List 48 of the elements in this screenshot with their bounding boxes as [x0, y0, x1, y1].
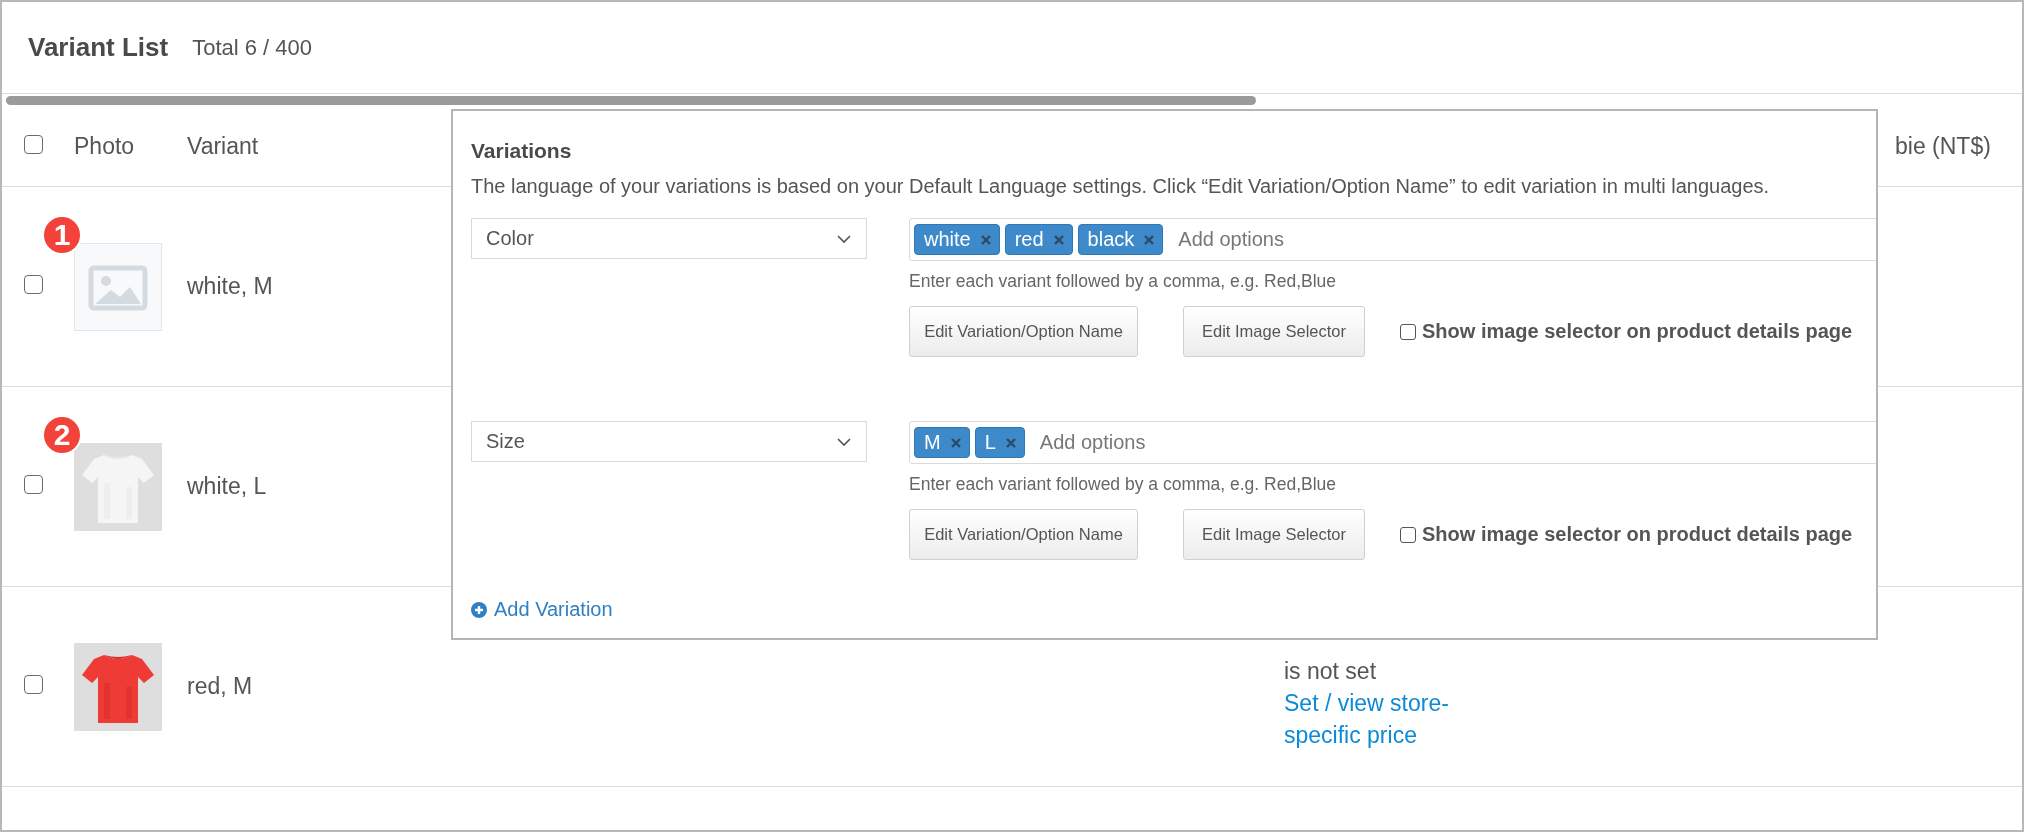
plus-circle-icon[interactable]	[471, 601, 487, 618]
checkbox-label: Show image selector on product details page	[1422, 523, 1853, 546]
options-input[interactable]: white red black Add options	[909, 218, 1876, 261]
chevron-down-icon	[836, 436, 852, 447]
edit-image-selector-button[interactable]: Edit Image Selector	[1183, 509, 1365, 560]
hint-text: Enter each variant followed by a comma, e.g. Red,Blue	[909, 474, 1338, 495]
close-icon[interactable]	[1053, 234, 1064, 245]
checkbox[interactable]	[24, 134, 43, 154]
column-header: Photo	[74, 132, 135, 159]
image-placeholder-icon	[74, 242, 162, 331]
checkbox[interactable]	[24, 475, 43, 494]
option-tag[interactable]: black	[1077, 224, 1164, 255]
column-header: bie (NT$)	[1895, 132, 1991, 159]
close-icon[interactable]	[980, 234, 991, 245]
checkbox-label: Show image selector on product details page	[1422, 320, 1853, 343]
column-header: Variant	[187, 132, 259, 159]
number-badge: 2	[42, 414, 82, 455]
price-note: is not set	[1284, 656, 1378, 686]
chevron-down-icon	[836, 233, 852, 244]
total-count: Total 6 / 400	[192, 34, 313, 61]
checkbox[interactable]	[24, 275, 43, 294]
checkbox[interactable]	[24, 675, 43, 694]
option-tag[interactable]: white	[914, 224, 1000, 255]
option-tag[interactable]: M	[914, 427, 970, 458]
edit-name-button[interactable]: Edit Variation/Option Name	[909, 306, 1138, 357]
checkbox[interactable]	[1400, 323, 1416, 340]
section-title: Variations	[471, 139, 573, 163]
scrollbar-thumb[interactable]	[6, 95, 1256, 105]
options-input[interactable]: M L Add options	[909, 421, 1876, 464]
number-badge: 1	[42, 214, 82, 255]
close-icon[interactable]	[950, 437, 961, 448]
page-title: Variant List	[28, 32, 169, 63]
variation-select[interactable]: Size	[471, 421, 867, 462]
option-tag[interactable]: L	[974, 427, 1025, 458]
variant-name: white, L	[187, 473, 267, 499]
variant-name: white, M	[187, 273, 273, 299]
hint-text: Enter each variant followed by a comma, e.g. Red,Blue	[909, 271, 1338, 292]
add-variation-link[interactable]: Add Variation	[494, 598, 613, 621]
store-price-link[interactable]: Set / view store-specific price	[1284, 686, 1514, 751]
close-icon[interactable]	[1005, 437, 1016, 448]
variation-select[interactable]: Color	[471, 218, 867, 259]
edit-image-selector-button[interactable]: Edit Image Selector	[1183, 306, 1365, 357]
description-text: The language of your variations is based on your Default Language settings. Click “Edit Variation/Option Name” to edit variation in multi languages.	[471, 175, 1771, 198]
option-tag[interactable]: red	[1004, 224, 1073, 255]
checkbox[interactable]	[1400, 526, 1416, 543]
variant-name: red, M	[187, 673, 253, 699]
edit-name-button[interactable]: Edit Variation/Option Name	[909, 509, 1138, 560]
close-icon[interactable]	[1144, 234, 1155, 245]
